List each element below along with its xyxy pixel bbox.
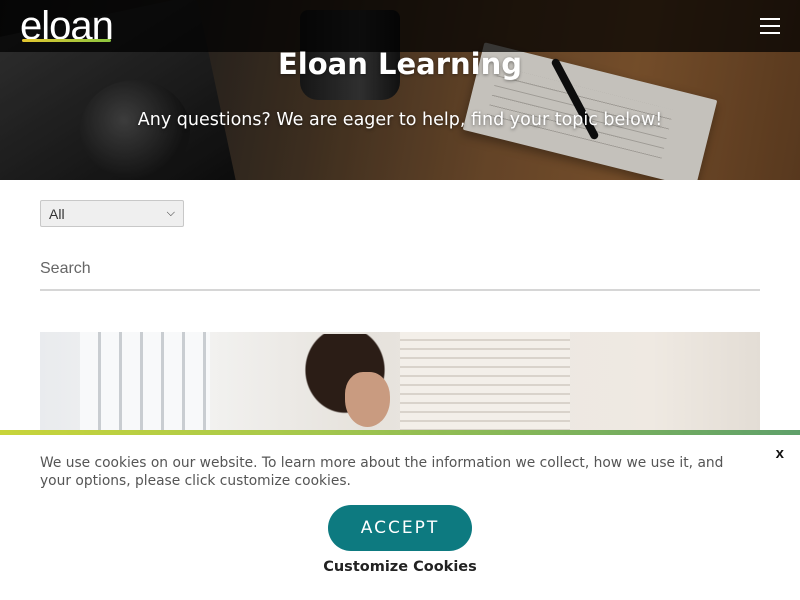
window-graphic: [80, 332, 210, 432]
hamburger-menu-icon[interactable]: [760, 18, 780, 34]
eloan-logo[interactable]: eloan: [20, 4, 114, 49]
category-select[interactable]: All ⌵: [40, 200, 184, 227]
cookie-message: We use cookies on our website. To learn …: [40, 455, 724, 489]
woman-face-graphic: [345, 372, 390, 427]
hero-banner: eloan Eloan Learning Any questions? We a…: [0, 0, 800, 180]
cookie-banner-accent-bar: [0, 430, 800, 435]
top-navigation-bar: eloan: [0, 0, 800, 52]
page-title: Eloan Learning: [278, 47, 522, 81]
search-input[interactable]: [40, 248, 760, 291]
logo-text: eloan: [20, 4, 114, 48]
category-selected-value: All: [49, 205, 65, 222]
article-card-image[interactable]: [40, 332, 760, 432]
shutter-graphic: [400, 332, 570, 432]
cookie-banner: We use cookies on our website. To learn …: [0, 430, 800, 600]
close-cookie-button[interactable]: x: [776, 445, 784, 462]
chevron-down-icon: ⌵: [166, 207, 175, 219]
accept-cookies-button[interactable]: ACCEPT: [328, 505, 472, 551]
customize-cookies-link[interactable]: Customize Cookies: [0, 559, 800, 575]
page-subtitle: Any questions? We are eager to help, fin…: [137, 110, 663, 130]
